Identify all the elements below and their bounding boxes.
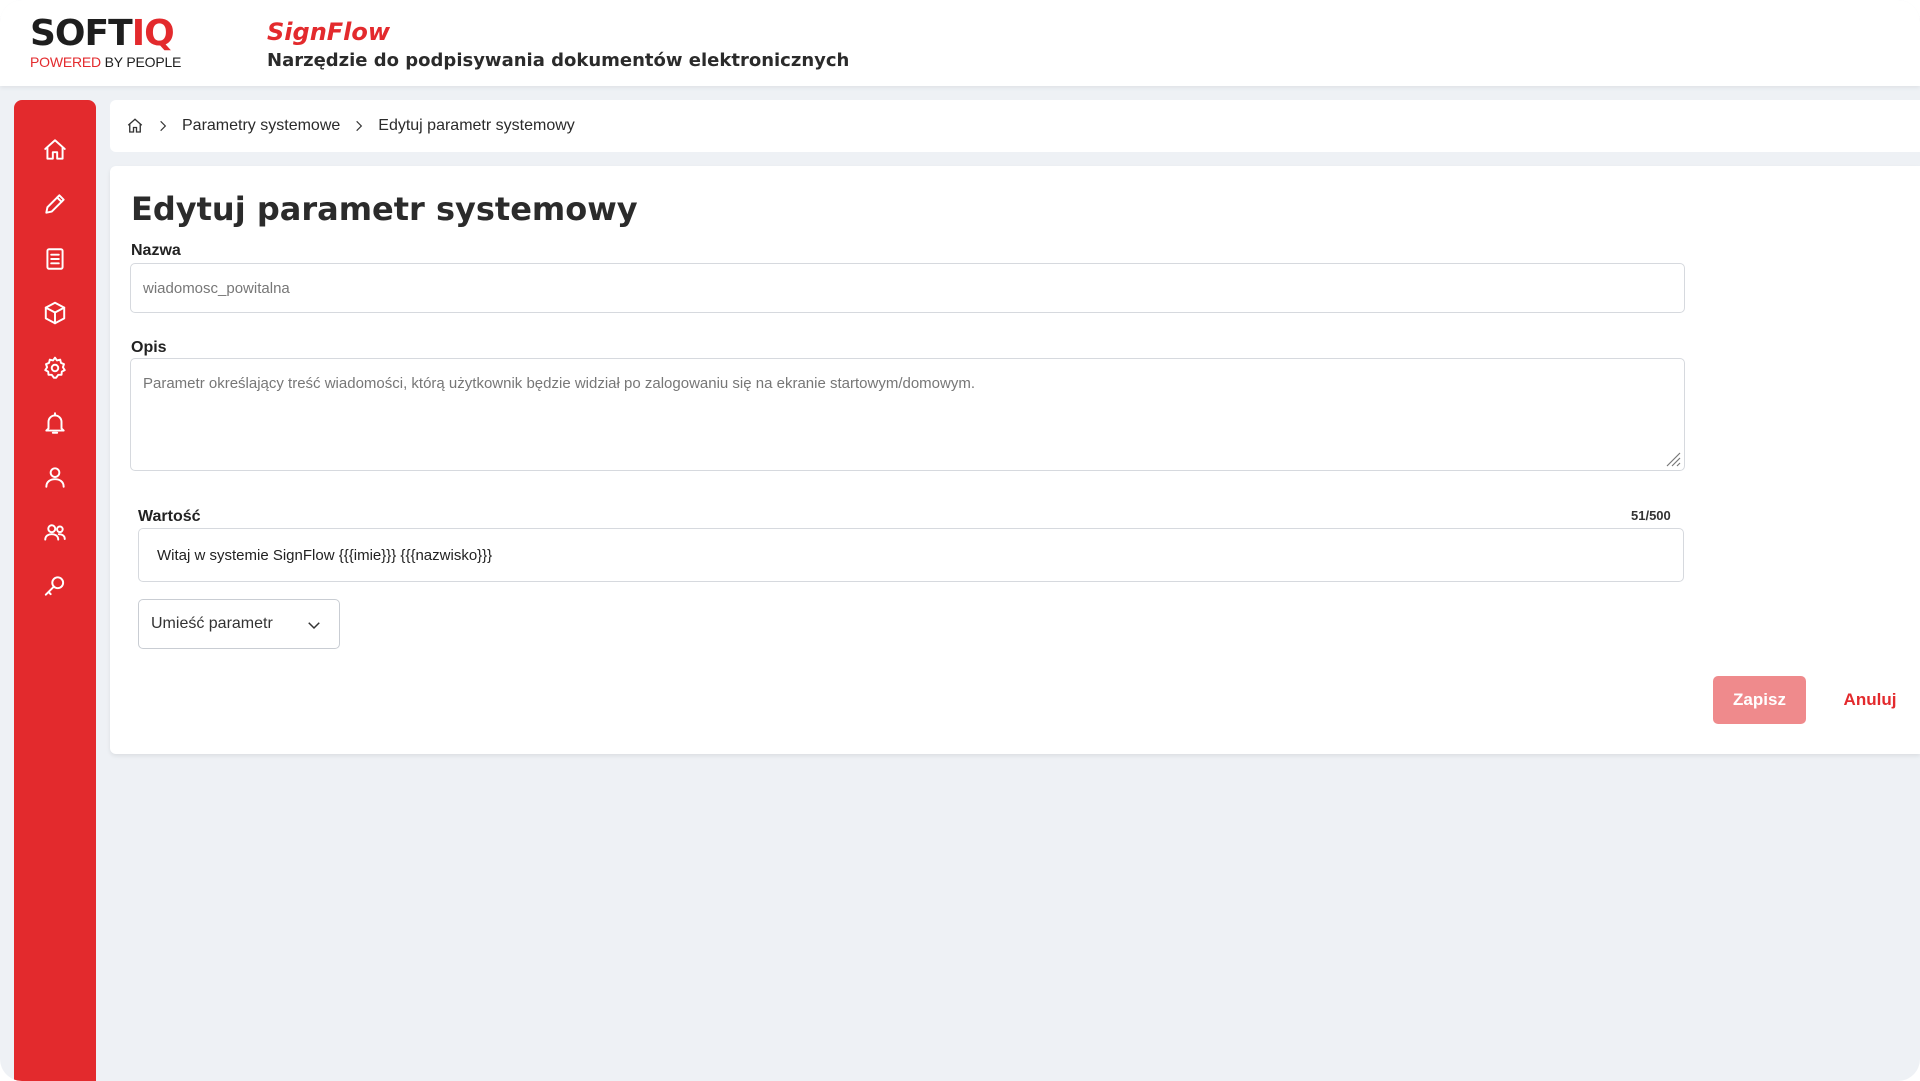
logo-tagline-2: BY PEOPLE — [100, 54, 182, 70]
gear-icon[interactable] — [39, 352, 71, 384]
breadcrumb-home-icon[interactable] — [126, 117, 144, 135]
softiq-logo[interactable]: SOFTIQ POWERED BY PEOPLE — [30, 13, 190, 71]
bell-icon[interactable] — [39, 407, 71, 439]
app-title-block: SignFlow Narzędzie do podpisywania dokum… — [267, 18, 849, 71]
edit-parameter-card: Edytuj parametr systemowy Nazwa wiadomos… — [110, 166, 1920, 754]
chevron-right-icon — [356, 120, 363, 132]
key-icon[interactable] — [39, 570, 71, 602]
description-label: Opis — [131, 339, 167, 356]
save-button[interactable]: Zapisz — [1713, 676, 1806, 724]
app-description: Narzędzie do podpisywania dokumentów ele… — [267, 50, 850, 71]
app-frame: SOFTIQ POWERED BY PEOPLE SignFlow Narzęd… — [0, 0, 1920, 1081]
app-name: SignFlow — [267, 18, 391, 46]
breadcrumb-system-parameters[interactable]: Parametry systemowe — [182, 117, 340, 135]
chevron-right-icon — [160, 120, 167, 132]
name-field[interactable]: wiadomosc_powitalna — [130, 263, 1685, 313]
cancel-button[interactable]: Anuluj — [1830, 676, 1910, 724]
logo-accent-text: IQ — [131, 13, 175, 54]
insert-parameter-select[interactable]: Umieść parametr — [138, 599, 340, 649]
box-icon[interactable] — [39, 297, 71, 329]
logo-main-text: SOFT — [30, 13, 133, 54]
page-title: Edytuj parametr systemowy — [131, 190, 638, 228]
description-textarea[interactable]: Parametr określający treść wiadomości, k… — [130, 358, 1685, 471]
chevron-down-icon — [308, 622, 320, 630]
insert-parameter-label: Umieść parametr — [151, 615, 273, 632]
sidebar — [14, 100, 96, 1081]
breadcrumb: Parametry systemowe Edytuj parametr syst… — [110, 100, 1920, 152]
description-text: Parametr określający treść wiadomości, k… — [143, 375, 976, 392]
value-input[interactable]: Witaj w systemie SignFlow {{{imie}}} {{{… — [138, 528, 1684, 582]
name-label: Nazwa — [131, 242, 181, 259]
breadcrumb-current: Edytuj parametr systemowy — [378, 117, 575, 134]
resize-handle-icon[interactable] — [1663, 449, 1681, 467]
users-icon[interactable] — [39, 516, 71, 548]
document-list-icon[interactable] — [39, 243, 71, 275]
value-char-counter: 51/500 — [1631, 508, 1671, 523]
pencil-icon[interactable] — [39, 188, 71, 220]
top-header: SOFTIQ POWERED BY PEOPLE SignFlow Narzęd… — [0, 0, 1920, 86]
value-label: Wartość — [138, 508, 201, 525]
logo-tagline-1: POWERED — [30, 54, 101, 70]
home-icon[interactable] — [39, 134, 71, 166]
user-icon[interactable] — [39, 461, 71, 493]
